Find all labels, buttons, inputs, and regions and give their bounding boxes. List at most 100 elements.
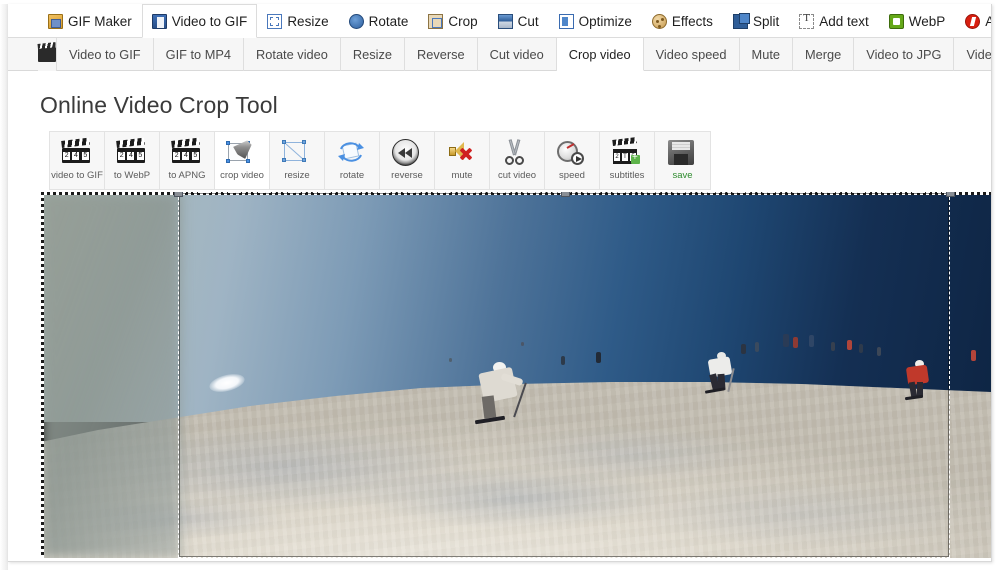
tool-label: crop video: [220, 170, 264, 181]
main-navigation: GIF Maker Video to GIF Resize Rotate Cro…: [8, 4, 991, 38]
scissors-icon: [502, 137, 532, 167]
tool-to-apng[interactable]: 245 to APNG: [160, 132, 215, 189]
subtab-label: Video to JPG: [866, 47, 942, 62]
rotate-arrows-icon: [337, 137, 367, 167]
tool-crop-video[interactable]: crop video: [215, 132, 270, 189]
clapperboard-24-icon: 245: [116, 137, 147, 167]
gif-maker-icon: [48, 14, 63, 29]
blurred-left-band: [41, 192, 181, 558]
tool-label: video to GIF: [51, 170, 103, 181]
clapperboard-24-icon: 245: [61, 137, 92, 167]
nav-label: Resize: [287, 14, 329, 29]
subtab-video-to-jpg[interactable]: Video to JPG: [854, 38, 955, 71]
nav-item-cut[interactable]: Cut: [488, 4, 549, 38]
tool-resize[interactable]: resize: [270, 132, 325, 189]
nav-item-webp[interactable]: WebP: [879, 4, 956, 38]
tool-cut-video[interactable]: cut video: [490, 132, 545, 189]
stopwatch-play-icon: [557, 137, 587, 167]
nav-label: Optimize: [578, 14, 632, 29]
subtab-rotate-video[interactable]: Rotate video: [244, 38, 341, 71]
nav-label: Add text: [819, 14, 869, 29]
crop-icon: [428, 14, 444, 29]
subtab-label: Mute: [751, 47, 780, 62]
crop-pen-icon: [226, 137, 257, 167]
subtab-label: GIF to MP4: [165, 47, 232, 62]
nav-label: Rotate: [368, 14, 409, 29]
nav-label: GIF Maker: [68, 14, 132, 29]
subtab-video-to-png[interactable]: Video to PNG: [954, 38, 992, 71]
tool-reverse[interactable]: reverse: [380, 132, 435, 189]
optimize-icon: [558, 14, 574, 29]
crop-handle-top-left[interactable]: [174, 192, 183, 197]
video-to-gif-icon: [151, 13, 167, 29]
tool-label: speed: [559, 170, 585, 181]
app-root: GIF Maker Video to GIF Resize Rotate Cro…: [0, 0, 1000, 570]
tool-mute[interactable]: mute: [435, 132, 490, 189]
tool-subtitles[interactable]: 2T5 subtitles: [600, 132, 655, 189]
subtab-label: Video to GIF: [69, 47, 141, 62]
subtab-crop-video[interactable]: Crop video: [556, 38, 644, 71]
nav-item-add-text[interactable]: Add text: [789, 4, 879, 38]
subtab-mute[interactable]: Mute: [740, 38, 793, 71]
nav-label: Cut: [517, 14, 539, 29]
nav-item-resize[interactable]: Resize: [257, 4, 338, 38]
tool-speed[interactable]: speed: [545, 132, 600, 189]
subtab-cut-video[interactable]: Cut video: [478, 38, 557, 71]
nav-item-video-to-gif[interactable]: Video to GIF: [141, 4, 258, 38]
subtab-merge[interactable]: Merge: [793, 38, 855, 71]
nav-item-optimize[interactable]: Optimize: [549, 4, 642, 38]
floppy-disk-icon: [667, 137, 698, 167]
subtab-label: Merge: [805, 47, 842, 62]
subtab-reverse[interactable]: Reverse: [405, 38, 478, 71]
nav-label: Split: [752, 14, 780, 29]
subtab-label: Video to PNG: [966, 47, 992, 62]
nav-item-crop[interactable]: Crop: [418, 4, 487, 38]
clapperboard-text-icon: 2T5: [612, 137, 642, 167]
nav-label: APNG: [985, 14, 991, 29]
tool-label: to WebP: [113, 170, 151, 181]
subtab-resize[interactable]: Resize: [341, 38, 406, 71]
video-crop-canvas[interactable]: [41, 192, 991, 558]
crop-handle-top-right[interactable]: [946, 192, 955, 197]
subtab-label: Cut video: [489, 47, 544, 62]
rotate-arrow-paths: [338, 142, 364, 162]
subtab-label: Reverse: [417, 47, 465, 62]
tool-label: cut video: [497, 170, 537, 181]
nav-item-effects[interactable]: Effects: [642, 4, 723, 38]
tool-label: to APNG: [168, 170, 206, 181]
nav-item-gif-maker[interactable]: GIF Maker: [38, 4, 142, 38]
subtab-gif-to-mp4[interactable]: GIF to MP4: [154, 38, 245, 71]
subtab-label: Crop video: [568, 46, 631, 62]
home-tab[interactable]: [38, 38, 57, 71]
tool-video-to-gif[interactable]: 245 video to GIF: [50, 132, 105, 189]
tool-rotate[interactable]: rotate: [325, 132, 380, 189]
apng-icon: [965, 14, 981, 29]
crop-handle-top-center[interactable]: [561, 192, 570, 197]
crop-selection-rect[interactable]: [174, 192, 955, 558]
tool-label: rotate: [339, 170, 365, 181]
tool-label: mute: [451, 170, 473, 181]
page-left-edge: [0, 0, 8, 570]
nav-label: WebP: [908, 14, 946, 29]
nav-label: Video to GIF: [171, 13, 248, 29]
clapperboard-24-icon: 245: [171, 137, 202, 167]
clapperboard-icon: [38, 47, 56, 62]
tool-save[interactable]: save: [655, 132, 710, 189]
page-frame: GIF Maker Video to GIF Resize Rotate Cro…: [8, 4, 992, 562]
nav-item-split[interactable]: Split: [723, 4, 789, 38]
tool-label: save: [672, 170, 693, 181]
tool-label: resize: [284, 170, 310, 181]
subtab-label: Rotate video: [256, 47, 328, 62]
subtab-label: Resize: [352, 47, 393, 62]
subtab-label: Video speed: [655, 47, 727, 62]
tool-to-webp[interactable]: 245 to WebP: [105, 132, 160, 189]
nav-item-apng[interactable]: APNG: [955, 4, 991, 38]
effects-icon: [651, 14, 667, 29]
editor-toolbar: 245 video to GIF 245 to WebP 245 to APNG: [49, 131, 711, 190]
secondary-navigation: Video to GIF GIF to MP4 Rotate video Res…: [8, 38, 992, 71]
subtab-video-speed[interactable]: Video speed: [644, 38, 740, 71]
webp-icon: [888, 14, 904, 29]
speaker-mute-icon: [447, 137, 477, 167]
subtab-video-to-gif[interactable]: Video to GIF: [57, 38, 154, 71]
nav-item-rotate[interactable]: Rotate: [339, 4, 419, 38]
